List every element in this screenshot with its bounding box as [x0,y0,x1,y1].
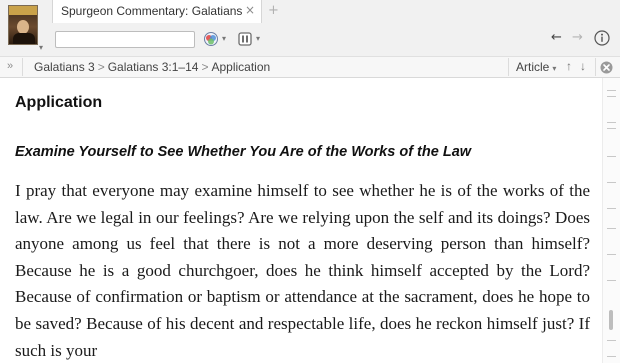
back-arrow-icon[interactable]: ← [551,30,562,45]
scroll-marker [607,90,616,91]
scroll-marker [607,356,616,357]
chevron-down-icon[interactable]: ▾ [222,34,226,43]
vertical-scrollbar[interactable] [602,78,620,363]
forward-arrow-icon[interactable]: → [572,30,583,45]
divider [22,58,23,76]
close-circle-icon[interactable] [600,61,613,74]
scroll-marker [607,156,616,157]
breadcrumb-item-galatians-3[interactable]: Galatians 3 [34,60,95,74]
body-paragraph: I pray that everyone may examine himself… [15,181,590,360]
tab-spurgeon-commentary[interactable]: Spurgeon Commentary: Galatians × [52,0,262,23]
scroll-marker [607,228,616,229]
scroll-marker [607,340,616,341]
close-tab-icon[interactable]: × [245,3,255,17]
breadcrumb-item-galatians-3-1-14[interactable]: Galatians 3:1–14 [108,60,199,74]
scroll-marker [607,182,616,183]
breadcrumb-separator: > [201,60,209,74]
scrollbar-thumb[interactable] [609,310,613,330]
breadcrumb: Galatians 3 > Galatians 3:1–14 > Application [34,60,270,74]
scroll-marker [607,122,616,123]
next-arrow-icon[interactable]: ↓ [580,59,586,73]
tab-title: Spurgeon Commentary: Galatians [61,4,243,18]
article-label: Article [516,60,550,74]
expand-icon[interactable]: » [7,60,13,72]
scroll-marker [607,96,616,97]
visual-filter-icon[interactable] [203,31,219,47]
breadcrumb-separator: > [97,60,105,74]
previous-arrow-icon[interactable]: ↑ [566,59,572,73]
article-content: Application Examine Yourself to See Whet… [0,78,602,363]
add-tab-icon[interactable]: + [268,3,279,18]
scroll-marker [607,254,616,255]
search-input[interactable] [55,31,195,48]
scroll-marker [607,128,616,129]
section-heading: Application [15,94,103,111]
panel-menu-icon[interactable] [238,32,252,46]
scroll-marker [607,280,616,281]
scroll-marker [607,208,616,209]
article-dropdown[interactable]: Article ▾ [516,60,556,74]
spurgeon-portrait-icon[interactable] [8,5,38,45]
breadcrumb-item-application[interactable]: Application [211,60,270,74]
chevron-down-icon[interactable]: ▾ [256,34,260,43]
chevron-down-icon[interactable]: ▾ [39,43,43,52]
divider [595,58,596,76]
app-toolbar: ▾ Spurgeon Commentary: Galatians × + ▾ ▾… [0,0,620,56]
chevron-down-icon: ▾ [552,64,557,73]
divider [508,58,509,76]
breadcrumb-bar: » Galatians 3 > Galatians 3:1–14 > Applicati… [0,56,620,78]
subheading: Examine Yourself to See Whether You Are … [15,144,472,160]
info-icon[interactable] [594,30,610,46]
